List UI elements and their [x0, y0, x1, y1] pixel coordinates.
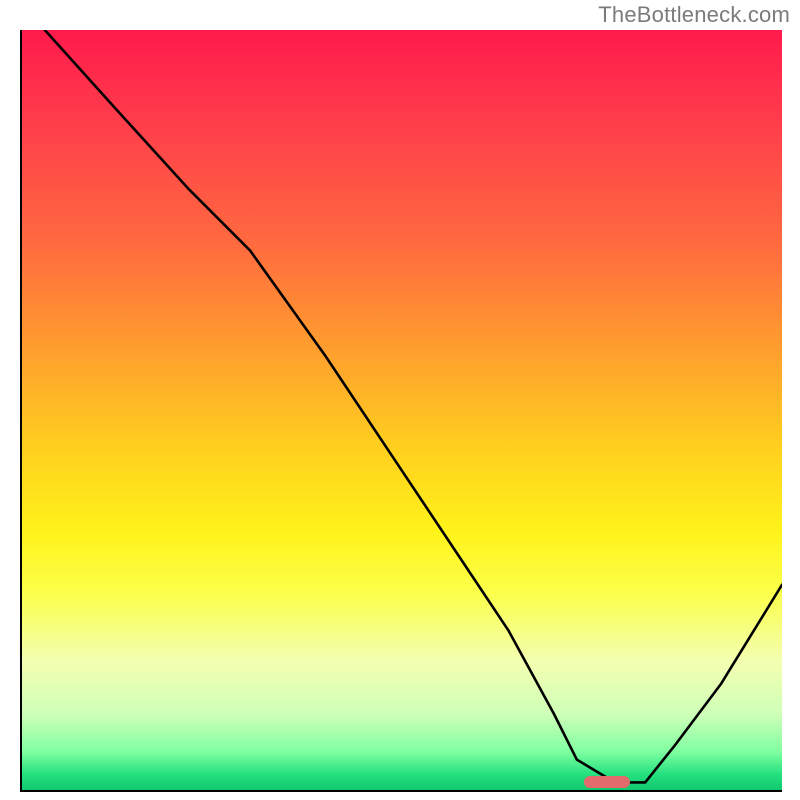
optimal-marker	[584, 776, 630, 788]
plot-inner	[22, 30, 782, 790]
plot-area	[20, 30, 782, 792]
watermark-text: TheBottleneck.com	[598, 2, 790, 28]
bottleneck-curve	[22, 30, 782, 790]
chart-root: TheBottleneck.com	[0, 0, 800, 800]
